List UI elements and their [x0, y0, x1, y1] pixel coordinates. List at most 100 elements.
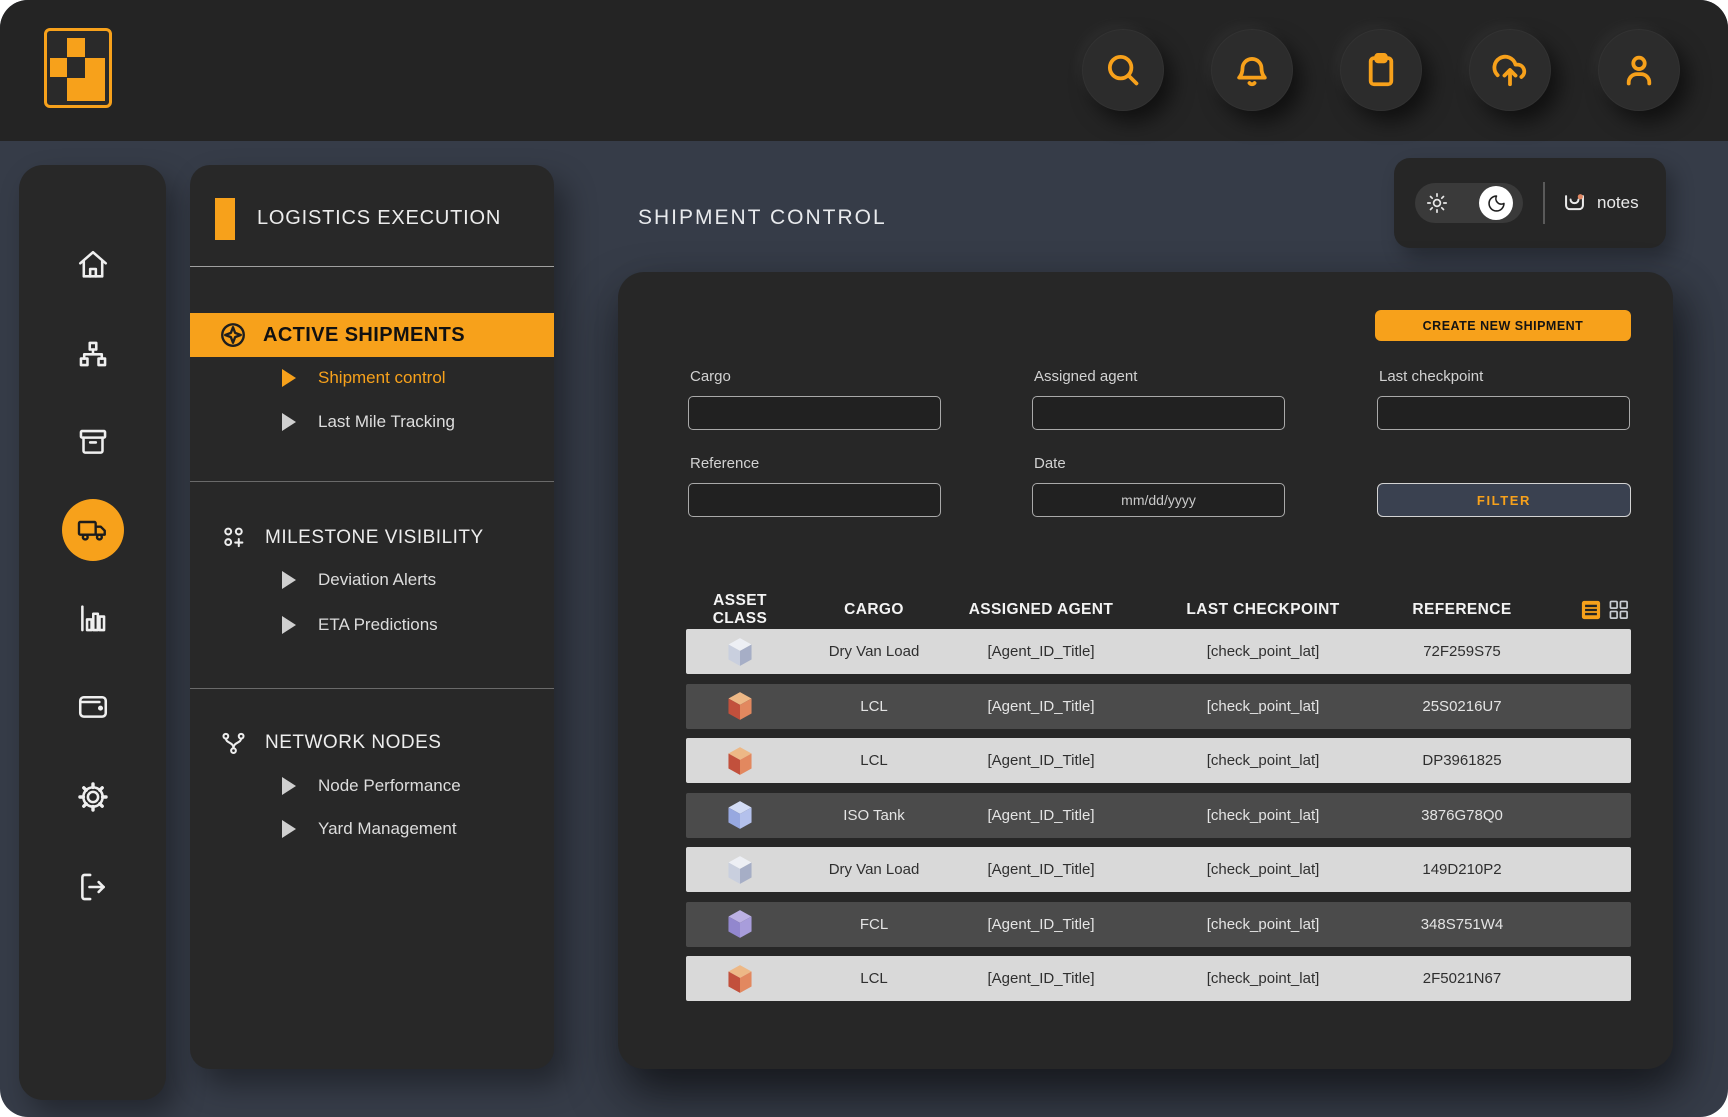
- sidebar-item-deviation-alerts[interactable]: Deviation Alerts: [190, 565, 554, 595]
- last-checkpoint-cell: [check_point_lat]: [1128, 916, 1398, 933]
- milestones-icon: [220, 525, 247, 552]
- truck-icon: [77, 514, 109, 546]
- sidebar-item-node-performance[interactable]: Node Performance: [190, 771, 554, 801]
- sidebar-item-label: Last Mile Tracking: [318, 412, 455, 432]
- table-row[interactable]: ISO Tank [Agent_ID_Title] [check_point_l…: [686, 793, 1631, 838]
- sidebar-item-yard-management[interactable]: Yard Management: [190, 814, 554, 844]
- cargo-box-icon: [726, 909, 754, 939]
- last-checkpoint-cell: [check_point_lat]: [1128, 752, 1398, 769]
- cargo-box-icon: [726, 964, 754, 994]
- logo-tile: [50, 58, 67, 77]
- notes-button[interactable]: notes: [1561, 190, 1639, 217]
- profile-button[interactable]: [1598, 29, 1680, 111]
- logo-tile: [67, 78, 84, 101]
- reference-input[interactable]: [688, 483, 941, 517]
- cloud-upload-icon: [1491, 51, 1529, 89]
- shipment-control-panel: CREATE NEW SHIPMENT Cargo Assigned agent…: [618, 272, 1673, 1069]
- sidebar-item-eta-predictions[interactable]: ETA Predictions: [190, 610, 554, 640]
- sidebar-item-label: ETA Predictions: [318, 615, 438, 635]
- moon-icon: [1486, 193, 1507, 214]
- sidebar-section-network-nodes[interactable]: NETWORK NODES: [190, 726, 554, 760]
- reference-cell: 25S0216U7: [1398, 698, 1526, 715]
- cargo-box-icon: [726, 855, 754, 885]
- table-row[interactable]: Dry Van Load [Agent_ID_Title] [check_poi…: [686, 847, 1631, 892]
- logout-icon: [76, 870, 110, 904]
- section-label: ACTIVE SHIPMENTS: [263, 324, 465, 347]
- nav-rail-item-wallet[interactable]: [71, 684, 115, 728]
- asset-class-cell: [686, 800, 794, 830]
- sidebar-title: LOGISTICS EXECUTION: [257, 207, 501, 230]
- nav-rail-item-logout[interactable]: [71, 865, 115, 909]
- last-checkpoint-cell: [check_point_lat]: [1128, 698, 1398, 715]
- last-checkpoint-input[interactable]: [1377, 396, 1630, 430]
- divider: [190, 481, 554, 482]
- assigned-agent-cell: [Agent_ID_Title]: [954, 970, 1128, 987]
- list-view-icon[interactable]: [1581, 600, 1601, 620]
- archive-box-icon: [76, 424, 110, 458]
- sitemap-icon: [76, 338, 110, 372]
- clipboard-button[interactable]: [1340, 29, 1422, 111]
- create-new-shipment-button[interactable]: CREATE NEW SHIPMENT: [1375, 310, 1631, 341]
- date-input[interactable]: [1032, 483, 1285, 517]
- page-title: SHIPMENT CONTROL: [638, 206, 887, 230]
- field-label-last-checkpoint: Last checkpoint: [1379, 368, 1483, 385]
- nav-rail-item-settings[interactable]: [71, 775, 115, 819]
- sidebar-item-shipment-control[interactable]: Shipment control: [190, 363, 554, 393]
- sidebar-title-marker: [215, 198, 235, 240]
- search-button[interactable]: [1082, 29, 1164, 111]
- table-row[interactable]: FCL [Agent_ID_Title] [check_point_lat] 3…: [686, 902, 1631, 947]
- company-logo[interactable]: [44, 28, 112, 108]
- last-checkpoint-cell: [check_point_lat]: [1128, 807, 1398, 824]
- cargo-input[interactable]: [688, 396, 941, 430]
- nav-rail-item-home[interactable]: [71, 243, 115, 287]
- top-bar: [0, 0, 1728, 141]
- asset-class-cell: [686, 909, 794, 939]
- divider: [1543, 182, 1545, 224]
- sidebar-section-active-shipments[interactable]: ACTIVE SHIPMENTS: [190, 313, 554, 357]
- module-sidebar: LOGISTICS EXECUTION ACTIVE SHIPMENTS Shi…: [190, 165, 554, 1069]
- search-icon: [1104, 51, 1142, 89]
- shipments-table: ASSET CLASS CARGO ASSIGNED AGENT LAST CH…: [686, 592, 1631, 1011]
- triangle-bullet-icon: [282, 820, 296, 838]
- nav-rail-item-analytics[interactable]: [71, 596, 115, 640]
- triangle-bullet-icon: [282, 777, 296, 795]
- cargo-cell: Dry Van Load: [794, 861, 954, 878]
- nodes-icon: [220, 730, 247, 757]
- bell-icon: [1233, 51, 1271, 89]
- theme-toggle[interactable]: [1415, 183, 1523, 223]
- column-header-reference: REFERENCE: [1398, 601, 1526, 619]
- reference-cell: 2F5021N67: [1398, 970, 1526, 987]
- gear-icon: [76, 780, 110, 814]
- cargo-cell: FCL: [794, 916, 954, 933]
- reference-cell: 348S751W4: [1398, 916, 1526, 933]
- header-controls-panel: notes: [1394, 158, 1666, 248]
- field-label-date: Date: [1034, 455, 1066, 472]
- divider: [190, 266, 554, 267]
- column-header-cargo: CARGO: [794, 601, 954, 619]
- nav-rail-item-archive[interactable]: [71, 419, 115, 463]
- filter-button[interactable]: FILTER: [1377, 483, 1631, 517]
- assigned-agent-cell: [Agent_ID_Title]: [954, 807, 1128, 824]
- column-header-assigned-agent: ASSIGNED AGENT: [954, 601, 1128, 619]
- upload-button[interactable]: [1469, 29, 1551, 111]
- table-row[interactable]: Dry Van Load [Agent_ID_Title] [check_poi…: [686, 629, 1631, 674]
- table-row[interactable]: LCL [Agent_ID_Title] [check_point_lat] 2…: [686, 684, 1631, 729]
- nav-rail: [19, 165, 166, 1100]
- table-row[interactable]: LCL [Agent_ID_Title] [check_point_lat] D…: [686, 738, 1631, 783]
- sidebar-item-last-mile-tracking[interactable]: Last Mile Tracking: [190, 407, 554, 437]
- cargo-cell: LCL: [794, 752, 954, 769]
- sidebar-item-label: Node Performance: [318, 776, 461, 796]
- assigned-agent-input[interactable]: [1032, 396, 1285, 430]
- notes-label: notes: [1597, 193, 1639, 213]
- notifications-button[interactable]: [1211, 29, 1293, 111]
- nav-rail-item-network[interactable]: [71, 333, 115, 377]
- cargo-cell: ISO Tank: [794, 807, 954, 824]
- grid-view-icon[interactable]: [1609, 600, 1629, 620]
- nav-rail-item-shipments[interactable]: [62, 499, 124, 561]
- sidebar-section-milestone-visibility[interactable]: MILESTONE VISIBILITY: [190, 521, 554, 555]
- sidebar-item-label: Shipment control: [318, 368, 446, 388]
- sun-icon: [1425, 191, 1449, 215]
- table-row[interactable]: LCL [Agent_ID_Title] [check_point_lat] 2…: [686, 956, 1631, 1001]
- logo-tile: [67, 38, 84, 57]
- assigned-agent-cell: [Agent_ID_Title]: [954, 861, 1128, 878]
